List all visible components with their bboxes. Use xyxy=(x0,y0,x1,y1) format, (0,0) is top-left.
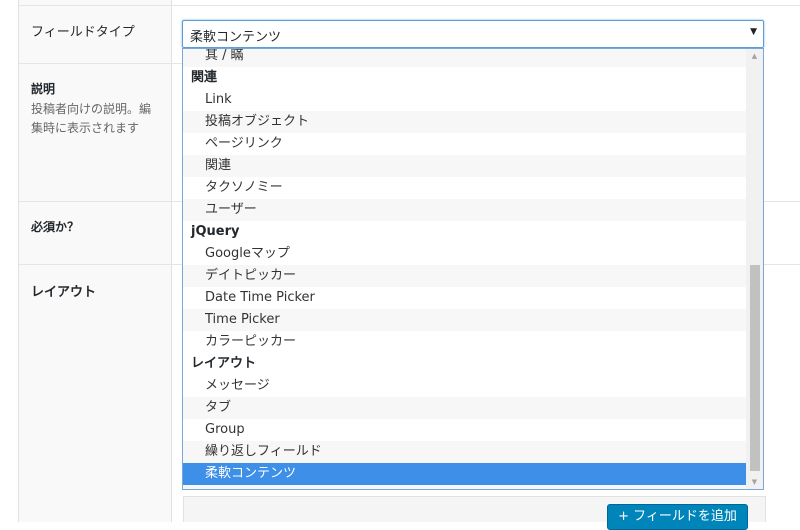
dropdown-option[interactable]: デイトピッカー xyxy=(183,265,748,287)
dropdown-group-label: 関連 xyxy=(191,70,218,85)
scroll-down-icon[interactable]: ▼ xyxy=(746,475,763,489)
dropdown-option[interactable]: Googleマップ xyxy=(183,243,748,265)
dropdown-option[interactable]: Clone xyxy=(183,485,748,489)
dropdown-option[interactable]: Link xyxy=(183,89,748,111)
add-field-button[interactable]: + フィールドを追加 xyxy=(607,504,748,530)
description-label: 説明 xyxy=(31,82,56,96)
dropdown-group-label: jQuery xyxy=(191,224,240,239)
dropdown-option[interactable]: 投稿オブジェクト xyxy=(183,111,748,133)
dropdown-scrollbar[interactable]: ▲ ▼ xyxy=(746,49,763,489)
dropdown-option[interactable]: メッセージ xyxy=(183,375,748,397)
dropdown-arrow-icon[interactable]: ▼ xyxy=(750,27,757,37)
row-divider xyxy=(18,5,800,6)
dropdown-group-label: レイアウト xyxy=(191,356,257,371)
dropdown-option[interactable]: タクソノミー xyxy=(183,177,748,199)
field-type-label: フィールドタイプ xyxy=(31,25,135,40)
dropdown-option[interactable]: Date Time Picker xyxy=(183,287,748,309)
required-label: 必須か？ xyxy=(31,220,80,234)
field-type-select[interactable]: 柔軟コンテンツ ▼ xyxy=(182,20,764,48)
dropdown-option[interactable]: Time Picker xyxy=(183,309,748,331)
dropdown-option[interactable]: カラーピッカー xyxy=(183,331,748,353)
field-type-dropdown-list[interactable]: 其 / 瞞関連 Link 投稿オブジェクト ページリンク 関連 タクソノミー ユーザー jQu… xyxy=(182,48,764,490)
dropdown-option[interactable]: ユーザー xyxy=(183,199,748,221)
dropdown-option[interactable]: 繰り返しフィールド xyxy=(183,441,748,463)
dropdown-option[interactable]: Group xyxy=(183,419,748,441)
label-column xyxy=(18,0,172,522)
layout-label: レイアウト xyxy=(31,285,97,300)
dropdown-option[interactable]: ページリンク xyxy=(183,133,748,155)
scroll-up-icon[interactable]: ▲ xyxy=(746,49,763,63)
dropdown-option[interactable]: 関連 xyxy=(183,155,748,177)
scrollbar-thumb[interactable] xyxy=(750,265,760,471)
dropdown-option[interactable]: 其 / 瞞 xyxy=(183,49,748,67)
field-type-select-value: 柔軟コンテンツ xyxy=(190,30,282,45)
row-divider xyxy=(18,63,183,64)
dropdown-option[interactable]: 柔軟コンテンツ xyxy=(183,463,748,485)
description-help-text: 投稿者向けの説明。編集時に表示されます xyxy=(31,102,152,135)
dropdown-option[interactable]: タブ xyxy=(183,397,748,419)
dropdown-options: 其 / 瞞関連 Link 投稿オブジェクト ページリンク 関連 タクソノミー ユーザー jQu… xyxy=(183,49,748,489)
